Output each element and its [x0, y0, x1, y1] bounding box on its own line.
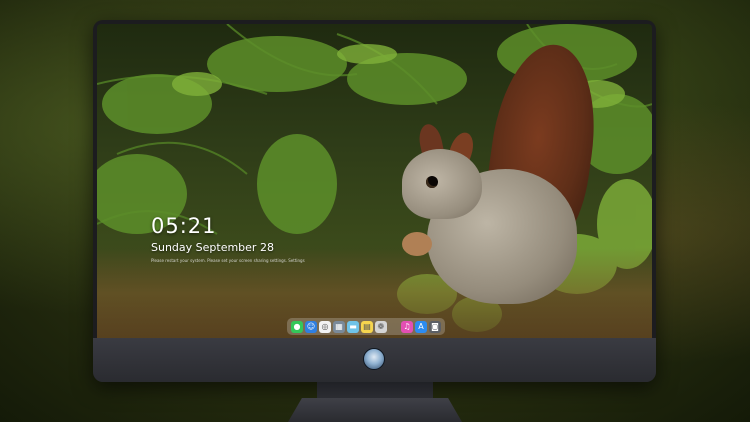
monitor-stand-neck	[317, 382, 433, 400]
finder-icon[interactable]: ☺	[305, 320, 317, 333]
camera-icon[interactable]: ◙	[429, 320, 441, 333]
itunes-icon[interactable]: ♫	[401, 320, 413, 333]
photos-icon[interactable]: ❁	[375, 320, 387, 333]
dock: ● ☺ ◎ ▦ ▬ ▤ ❁ ♫ A ◙	[287, 318, 445, 335]
imac-monitor: 05:21 Sunday September 28 Please restart…	[93, 20, 656, 382]
folder-icon[interactable]: ▬	[347, 320, 359, 333]
lock-screen-hint[interactable]: Please restart your system. Please set y…	[151, 258, 305, 263]
screen: 05:21 Sunday September 28 Please restart…	[97, 24, 652, 338]
logo-icon	[363, 348, 385, 370]
monitor-stand-base	[288, 398, 462, 422]
lock-screen-time: 05:21	[151, 214, 217, 238]
notes-icon[interactable]: ▤	[361, 320, 373, 333]
monitor-chin	[93, 338, 656, 382]
messages-icon[interactable]: ●	[291, 320, 303, 333]
launchpad-icon[interactable]: ▦	[333, 320, 345, 333]
lock-screen-date: Sunday September 28	[151, 241, 274, 254]
app-store-icon[interactable]: A	[415, 320, 427, 333]
wallpaper-squirrel	[342, 38, 642, 314]
safari-icon[interactable]: ◎	[319, 320, 331, 333]
